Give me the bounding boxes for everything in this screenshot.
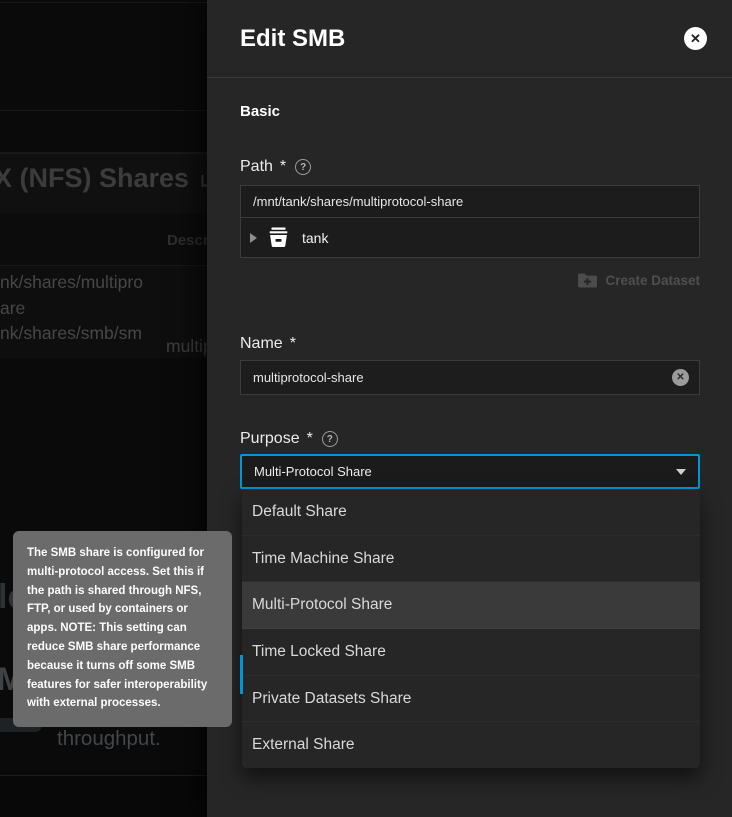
required-marker: * bbox=[280, 158, 286, 176]
required-marker: * bbox=[307, 430, 313, 448]
chevron-down-icon bbox=[676, 469, 686, 475]
panel-header: Edit SMB ✕ bbox=[207, 0, 732, 78]
purpose-select[interactable]: Multi-Protocol Share bbox=[240, 454, 700, 489]
dataset-icon bbox=[266, 226, 291, 249]
tree-node-label: tank bbox=[302, 230, 328, 246]
description-column-header: Descri bbox=[167, 232, 213, 249]
folder-plus-icon bbox=[577, 272, 598, 289]
dropdown-option-external-share[interactable]: External Share bbox=[242, 722, 700, 768]
background-heading-section: X (NFS) Shares bbox=[0, 153, 207, 213]
close-icon[interactable]: ✕ bbox=[684, 27, 707, 50]
purpose-field-label: Purpose* ? bbox=[240, 429, 700, 449]
required-marker: * bbox=[290, 335, 296, 353]
table-cell-description: multip bbox=[166, 336, 213, 357]
chevron-right-icon[interactable] bbox=[250, 233, 257, 243]
background-table-header: Descri bbox=[0, 213, 207, 266]
dropdown-option-time-machine-share[interactable]: Time Machine Share bbox=[242, 536, 700, 583]
help-icon[interactable]: ? bbox=[295, 159, 311, 175]
tree-node-tank[interactable]: tank bbox=[241, 218, 699, 257]
dropdown-option-private-datasets-share[interactable]: Private Datasets Share bbox=[242, 676, 700, 723]
name-input[interactable] bbox=[240, 360, 700, 395]
panel-title: Edit SMB bbox=[240, 25, 684, 53]
tooltip: The SMB share is configured for multi-pr… bbox=[13, 531, 232, 727]
help-icon[interactable]: ? bbox=[322, 431, 338, 447]
name-field-group: ✕ bbox=[240, 360, 700, 395]
panel-content: Basic Path* ? bbox=[207, 78, 732, 489]
path-field-label: Path* ? bbox=[240, 157, 700, 177]
create-dataset-button[interactable]: Create Dataset bbox=[240, 269, 700, 291]
accent-bar bbox=[240, 655, 243, 694]
app-screen: X (NFS) Shares Descri nk/shares/multipro… bbox=[0, 0, 732, 817]
create-dataset-label: Create Dataset bbox=[605, 273, 700, 288]
table-row: nk/shares/smb/sm bbox=[0, 323, 142, 344]
dropdown-option-default-share[interactable]: Default Share bbox=[242, 489, 700, 536]
path-field-group: tank bbox=[240, 185, 700, 258]
background-footer-strip bbox=[0, 775, 207, 817]
dropdown-option-time-locked-share[interactable]: Time Locked Share bbox=[242, 629, 700, 676]
path-input[interactable] bbox=[241, 186, 699, 218]
page-title: X (NFS) Shares bbox=[0, 163, 220, 194]
clear-icon[interactable]: ✕ bbox=[672, 369, 689, 386]
page-title-text: X (NFS) Shares bbox=[0, 163, 189, 194]
section-heading-basic: Basic bbox=[240, 103, 700, 121]
dropdown-option-multi-protocol-share[interactable]: Multi-Protocol Share bbox=[242, 582, 700, 629]
background-text: throughput. bbox=[57, 727, 161, 751]
name-field-label: Name* bbox=[240, 334, 700, 354]
purpose-dropdown-panel: Default Share Time Machine Share Multi-P… bbox=[242, 489, 700, 768]
tooltip-text: The SMB share is configured for multi-pr… bbox=[27, 547, 207, 709]
purpose-select-value: Multi-Protocol Share bbox=[254, 464, 676, 479]
background-table-rows: nk/shares/multipro are nk/shares/smb/sm … bbox=[0, 266, 207, 358]
table-row: nk/shares/multipro are bbox=[0, 269, 143, 321]
